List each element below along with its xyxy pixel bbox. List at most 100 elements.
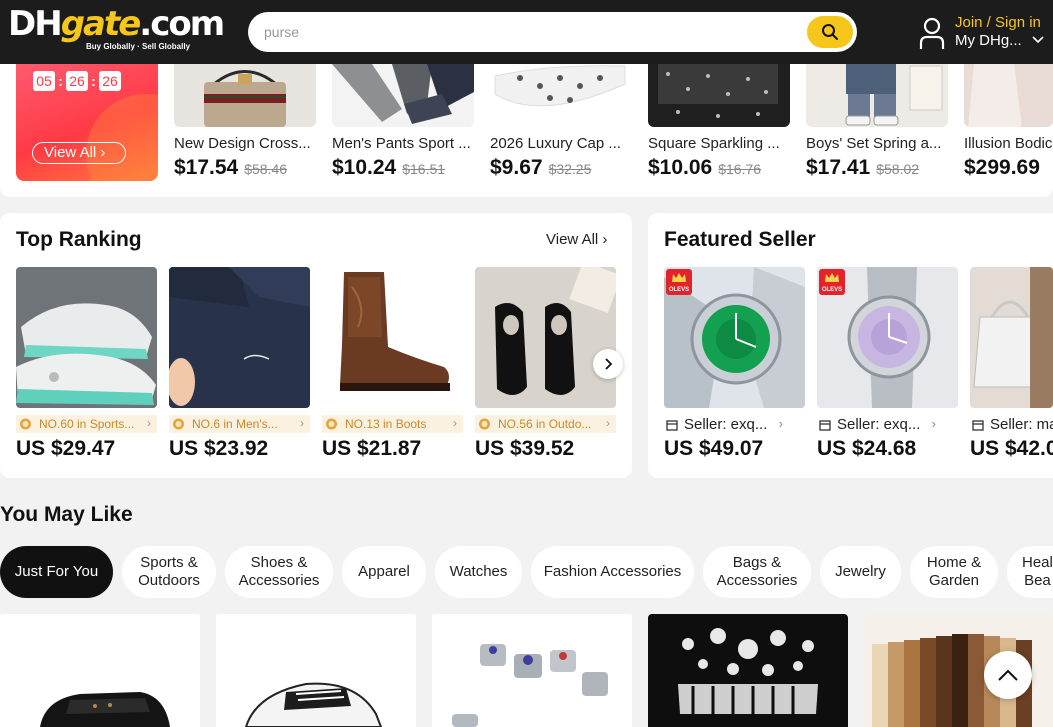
ranking-card[interactable]: NO.13 in Boots › US $21.87 (322, 267, 463, 467)
back-to-top-button[interactable] (984, 651, 1032, 699)
countdown-timer: 05 : 26 : 26 (33, 71, 121, 91)
seller-card[interactable]: OLEVS Seller: exq... › US $24.68 (817, 267, 958, 467)
product-price: $10.24 $16.51 (332, 156, 446, 179)
user-icon (919, 17, 945, 49)
chip-home-garden[interactable]: Home & Garden (910, 546, 998, 598)
flash-item[interactable]: Square Sparkling ... $10.06 $16.76 (648, 64, 790, 194)
brand-badge: OLEVS (819, 269, 845, 295)
ranking-card[interactable]: NO.60 in Sports... › US $29.47 (16, 267, 157, 467)
join-signin-link[interactable]: Join / Sign in (955, 14, 1041, 31)
flash-item[interactable]: Boys' Set Spring a... $17.41 $58.02 (806, 64, 948, 194)
product-image (0, 614, 200, 727)
medal-icon (20, 418, 31, 430)
product-image (970, 267, 1053, 408)
featured-seller-title: Featured Seller (664, 228, 816, 251)
ranking-badge[interactable]: NO.6 in Men's... › (169, 415, 310, 433)
product-card[interactable] (0, 614, 200, 727)
seller-card[interactable]: OLEVS Seller: exq... › US $49.07 (664, 267, 805, 467)
product-name: Men's Pants Sport ... (332, 135, 471, 152)
product-card[interactable] (648, 614, 848, 727)
product-card[interactable] (432, 614, 632, 727)
timer-hours: 05 (33, 71, 55, 91)
chip-just-for-you[interactable]: Just For You (0, 546, 113, 598)
chip-shoes-accessories[interactable]: Shoes & Accessories (225, 546, 333, 598)
product-name: New Design Cross... (174, 135, 311, 152)
account-menu[interactable]: Join / Sign in My DHg... (918, 12, 1053, 54)
dhgate-logo[interactable]: DHgate.com Buy Globally · Sell Globally (8, 4, 225, 54)
product-image (16, 267, 157, 408)
original-price: $58.46 (244, 161, 288, 177)
chip-sports-outdoors[interactable]: Sports & Outdoors (122, 546, 216, 598)
flash-item[interactable]: Illusion Bodic $299.69 (964, 64, 1053, 194)
chip-health-beauty[interactable]: Heal Bea (1007, 546, 1053, 598)
ranking-badge[interactable]: NO.60 in Sports... › (16, 415, 157, 433)
original-price: $16.76 (718, 161, 762, 177)
product-image (648, 614, 848, 727)
seller-card[interactable]: Seller: ma US $42.0 (970, 267, 1053, 467)
product-image (169, 267, 310, 408)
product-price: $10.06 $16.76 (648, 156, 762, 179)
flash-item[interactable]: 2026 Luxury Cap ... $9.67 $32.25 (490, 64, 632, 194)
product-image (475, 267, 616, 408)
seller-link[interactable]: Seller: exq... › (664, 416, 805, 434)
product-image (216, 614, 416, 727)
category-chips: Just For You Sports & Outdoors Shoes & Acc… (0, 546, 1053, 598)
original-price: $32.25 (548, 161, 592, 177)
original-price: $58.02 (876, 161, 920, 177)
logo-tagline: Buy Globally · Sell Globally (86, 42, 191, 51)
chip-watches[interactable]: Watches (435, 546, 522, 598)
product-image (648, 64, 790, 127)
timer-seconds: 26 (99, 71, 121, 91)
header: DHgate.com Buy Globally · Sell Globally … (0, 0, 1053, 64)
ranking-card[interactable]: NO.6 in Men's... › US $23.92 (169, 267, 310, 467)
flash-item[interactable]: Men's Pants Sport ... $10.24 $16.51 (332, 64, 474, 194)
flash-deals-section: 05 : 26 : 26 View All › New Design Cross… (0, 64, 1053, 197)
store-icon (819, 420, 831, 431)
product-price: US $21.87 (322, 437, 422, 460)
my-dhgate-label: My DHg... (955, 32, 1022, 49)
flash-item[interactable]: New Design Cross... $17.54 $58.46 (174, 64, 316, 194)
medal-icon (173, 418, 184, 430)
seller-link[interactable]: Seller: ma (970, 416, 1053, 434)
medal-icon (479, 418, 490, 430)
chip-fashion-accessories[interactable]: Fashion Accessories (531, 546, 694, 598)
product-price: $9.67 $32.25 (490, 156, 592, 179)
you-may-like-title: You May Like (0, 503, 133, 526)
store-icon (972, 420, 984, 431)
top-ranking-title: Top Ranking (16, 228, 142, 251)
search-input[interactable]: purse (264, 24, 299, 40)
flash-deals-banner[interactable]: 05 : 26 : 26 View All › (16, 64, 158, 181)
product-image (964, 64, 1053, 127)
timer-minutes: 26 (66, 71, 88, 91)
product-name: Boys' Set Spring a... (806, 135, 942, 152)
product-image (490, 64, 632, 127)
medal-icon (326, 418, 337, 430)
logo-wordmark: DHgate.com (8, 4, 225, 44)
chip-bags-accessories[interactable]: Bags & Accessories (703, 546, 811, 598)
product-image (332, 64, 474, 127)
search-bar[interactable]: purse (248, 12, 857, 52)
flash-view-all-button[interactable]: View All › (32, 142, 126, 164)
product-image (322, 267, 463, 408)
product-price: US $42.0 (970, 437, 1053, 460)
seller-link[interactable]: Seller: exq... › (817, 416, 958, 434)
top-ranking-view-all[interactable]: View All › (546, 231, 607, 248)
product-price: $17.54 $58.46 (174, 156, 288, 179)
carousel-next-button[interactable] (593, 349, 623, 379)
product-price: US $29.47 (16, 437, 116, 460)
brand-badge: OLEVS (666, 269, 692, 295)
chevron-down-icon (1032, 36, 1044, 44)
product-price: US $49.07 (664, 437, 764, 460)
product-name: Illusion Bodic (964, 135, 1053, 152)
ranking-badge[interactable]: NO.13 in Boots › (322, 415, 463, 433)
ranking-badge[interactable]: NO.56 in Outdo... › (475, 415, 616, 433)
product-price: US $39.52 (475, 437, 575, 460)
product-card[interactable] (216, 614, 416, 727)
search-button[interactable] (807, 16, 853, 48)
top-ranking-panel: Top Ranking View All › NO.60 in Sports..… (0, 213, 632, 478)
product-name: 2026 Luxury Cap ... (490, 135, 621, 152)
product-name: Square Sparkling ... (648, 135, 780, 152)
chip-apparel[interactable]: Apparel (342, 546, 426, 598)
product-price: $299.69 (964, 156, 1040, 179)
chip-jewelry[interactable]: Jewelry (820, 546, 901, 598)
